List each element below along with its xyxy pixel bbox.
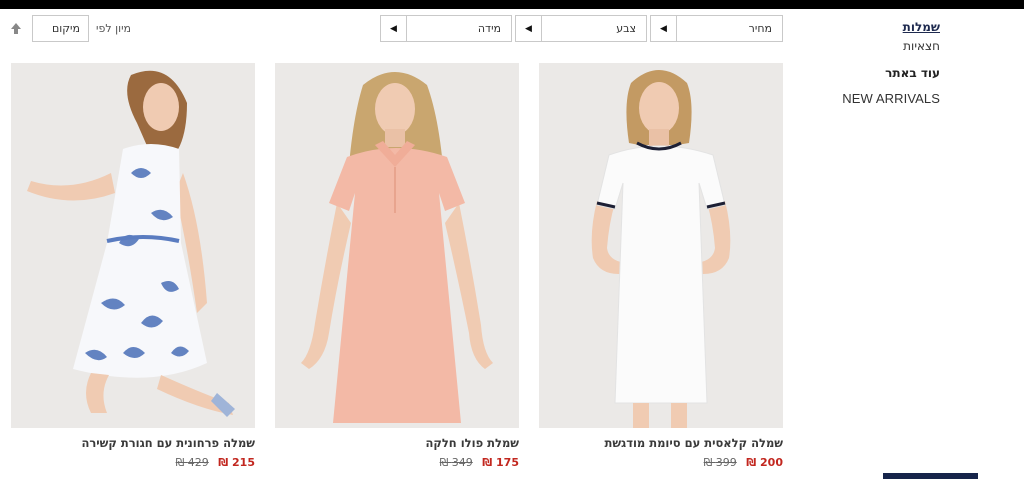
sort-label: מיון לפי <box>96 22 132 35</box>
caret-left-icon: ◀ <box>381 16 407 41</box>
filter-color[interactable]: ◀ צבע <box>515 15 647 42</box>
product-image[interactable] <box>539 63 783 428</box>
product-card[interactable]: שמלה קלאסית עם סיומת מודגשת 200 ₪ 399 ₪ <box>539 63 783 469</box>
product-name[interactable]: שמלת פולו חלקה <box>275 436 519 450</box>
old-price: 399 ₪ <box>703 456 737 469</box>
filter-color-label: צבע <box>616 22 636 35</box>
product-name[interactable]: שמלה קלאסית עם סיומת מודגשת <box>539 436 783 450</box>
product-prices: 200 ₪ 399 ₪ <box>539 456 783 469</box>
sidebar-heading-more: עוד באתר <box>885 66 940 80</box>
old-price: 349 ₪ <box>439 456 473 469</box>
filter-price-label: מחיר <box>748 22 772 35</box>
sale-price: 215 ₪ <box>218 456 255 469</box>
sort-select[interactable]: מיקום <box>32 15 89 42</box>
product-prices: 175 ₪ 349 ₪ <box>275 456 519 469</box>
caret-left-icon: ◀ <box>516 16 542 41</box>
bottom-navy-bar <box>883 473 978 479</box>
product-name[interactable]: שמלה פרחונית עם חגורת קשירה <box>11 436 255 450</box>
sale-price: 200 ₪ <box>746 456 783 469</box>
filter-price[interactable]: ◀ מחיר <box>650 15 783 42</box>
filter-size-label: מידה <box>477 22 501 35</box>
product-card[interactable]: שמלת פולו חלקה 175 ₪ 349 ₪ <box>275 63 519 469</box>
arrow-up-icon[interactable] <box>8 20 24 36</box>
product-card[interactable]: שמלה פרחונית עם חגורת קשירה 215 ₪ 429 ₪ <box>11 63 255 469</box>
top-bar <box>0 0 1024 9</box>
sidebar-item-skirts[interactable]: חצאיות <box>903 39 940 53</box>
sidebar-item-dresses[interactable]: שמלות <box>903 20 940 34</box>
sale-price: 175 ₪ <box>482 456 519 469</box>
product-image[interactable] <box>11 63 255 428</box>
old-price: 429 ₪ <box>175 456 209 469</box>
product-image[interactable] <box>275 63 519 428</box>
filter-size[interactable]: ◀ מידה <box>380 15 512 42</box>
sidebar-item-new-arrivals[interactable]: NEW ARRIVALS <box>842 91 940 106</box>
caret-left-icon: ◀ <box>651 16 677 41</box>
product-prices: 215 ₪ 429 ₪ <box>11 456 255 469</box>
